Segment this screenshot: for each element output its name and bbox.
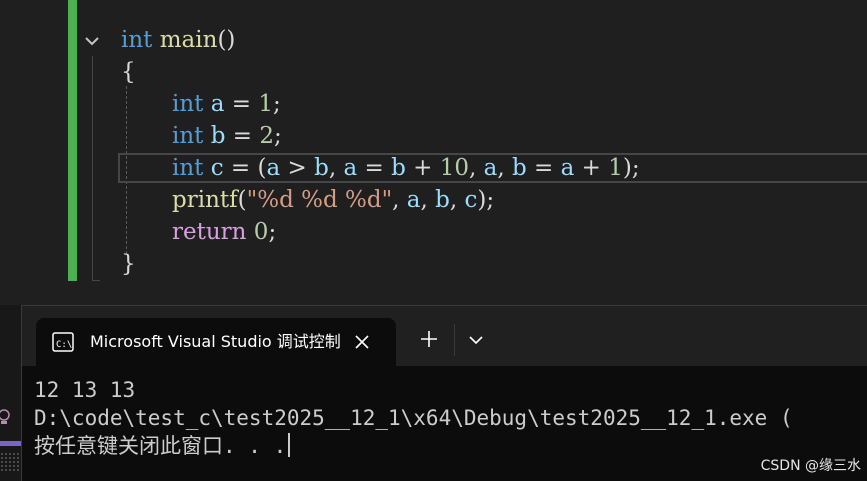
number-literal: 0 bbox=[253, 219, 269, 245]
expr-part: = bbox=[357, 155, 392, 181]
console-output-line: 按任意键关闭此窗口. . . bbox=[34, 432, 291, 460]
expr-part: = ( bbox=[223, 155, 267, 181]
code-line-open-brace[interactable]: { bbox=[121, 56, 136, 88]
console-titlebar[interactable]: C:\ Microsoft Visual Studio 调试控制台 bbox=[22, 306, 867, 366]
plus-icon[interactable] bbox=[418, 328, 440, 350]
expr-part: b bbox=[391, 155, 406, 181]
format-string: "%d %d %d" bbox=[246, 187, 393, 213]
expr-part: 10 bbox=[439, 155, 470, 181]
number-literal: 2 bbox=[259, 123, 275, 149]
expr-part: b bbox=[512, 155, 527, 181]
svg-text:C:\: C:\ bbox=[56, 340, 72, 350]
variable-b: b bbox=[210, 123, 226, 149]
console-icon: C:\ bbox=[52, 332, 74, 352]
expr-part: b bbox=[314, 155, 329, 181]
arg-c: c bbox=[464, 187, 478, 213]
expr-part: + bbox=[405, 155, 440, 181]
console-output-line: 12 13 13 bbox=[34, 378, 136, 402]
semicolon: ; bbox=[273, 91, 281, 117]
variable-c: c bbox=[210, 155, 224, 181]
titlebar-divider bbox=[454, 324, 455, 356]
expr-part: a bbox=[266, 155, 281, 181]
code-line-int-c[interactable]: int c = (a > b, a = b + 10, a, b = a + 1… bbox=[121, 152, 640, 184]
function-printf: printf bbox=[172, 187, 238, 213]
expr-part: 1 bbox=[608, 155, 623, 181]
side-accent-bar bbox=[0, 441, 21, 446]
keyword-int: int bbox=[121, 27, 153, 53]
console-output-line: D:\code\test_c\test2025__12_1\x64\Debug\… bbox=[34, 406, 793, 430]
arg-b: b bbox=[435, 187, 450, 213]
parens: () bbox=[217, 27, 236, 53]
keyword-int: int bbox=[172, 123, 204, 149]
console-tab[interactable]: C:\ Microsoft Visual Studio 调试控制台 bbox=[36, 318, 396, 366]
comma: , bbox=[449, 187, 465, 213]
function-name: main bbox=[159, 27, 218, 53]
expr-part: , bbox=[497, 155, 512, 181]
keyword-int: int bbox=[172, 91, 204, 117]
chevron-down-icon[interactable] bbox=[82, 31, 102, 51]
open-brace: { bbox=[121, 59, 136, 85]
console-prompt-text: 按任意键关闭此窗口. . . bbox=[34, 434, 287, 458]
paren-semicolon: ); bbox=[477, 187, 495, 213]
change-tracking-bar bbox=[68, 0, 77, 281]
code-editor[interactable]: int main() { int a = 1; int b = 2; int c… bbox=[0, 0, 867, 305]
expr-part: + bbox=[574, 155, 609, 181]
keyword-return: return bbox=[172, 219, 247, 245]
side-dots bbox=[0, 452, 21, 472]
code-line-int-b[interactable]: int b = 2; bbox=[121, 120, 282, 152]
tab-title: Microsoft Visual Studio 调试控制台 bbox=[90, 332, 340, 351]
keyword-int: int bbox=[172, 155, 204, 181]
watermark: CSDN @缘三水 bbox=[760, 458, 861, 474]
comma: , bbox=[392, 187, 407, 213]
paren: ( bbox=[237, 187, 247, 213]
assign-op: = bbox=[225, 123, 260, 149]
arg-a: a bbox=[406, 187, 421, 213]
chevron-down-icon[interactable] bbox=[466, 330, 486, 350]
close-brace: } bbox=[121, 251, 136, 277]
expr-part: , bbox=[328, 155, 344, 181]
code-line-return[interactable]: return 0; bbox=[121, 216, 276, 248]
number-literal: 1 bbox=[258, 91, 273, 117]
expr-part: a bbox=[560, 155, 575, 181]
semicolon: ; bbox=[268, 219, 277, 245]
assign-op: = bbox=[224, 91, 259, 117]
code-line-printf[interactable]: printf("%d %d %d", a, b, c); bbox=[121, 184, 494, 216]
close-icon[interactable] bbox=[352, 332, 372, 352]
text-cursor bbox=[288, 433, 291, 457]
debug-console-window[interactable]: C:\ Microsoft Visual Studio 调试控制台 12 13 … bbox=[21, 305, 867, 481]
expr-part: , bbox=[469, 155, 484, 181]
code-line-close-brace[interactable]: } bbox=[121, 248, 136, 280]
semicolon: ; bbox=[274, 123, 282, 149]
code-line-int-a[interactable]: int a = 1; bbox=[121, 88, 281, 120]
lightbulb-icon[interactable] bbox=[0, 409, 12, 427]
comma: , bbox=[420, 187, 436, 213]
expr-part: a bbox=[343, 155, 358, 181]
code-line-main-signature[interactable]: int main() bbox=[121, 24, 235, 56]
expr-part: ); bbox=[622, 155, 640, 181]
expr-part: a bbox=[483, 155, 498, 181]
variable-a: a bbox=[210, 91, 225, 117]
expr-part: > bbox=[280, 155, 315, 181]
fold-guide bbox=[92, 56, 100, 281]
expr-part: = bbox=[526, 155, 561, 181]
